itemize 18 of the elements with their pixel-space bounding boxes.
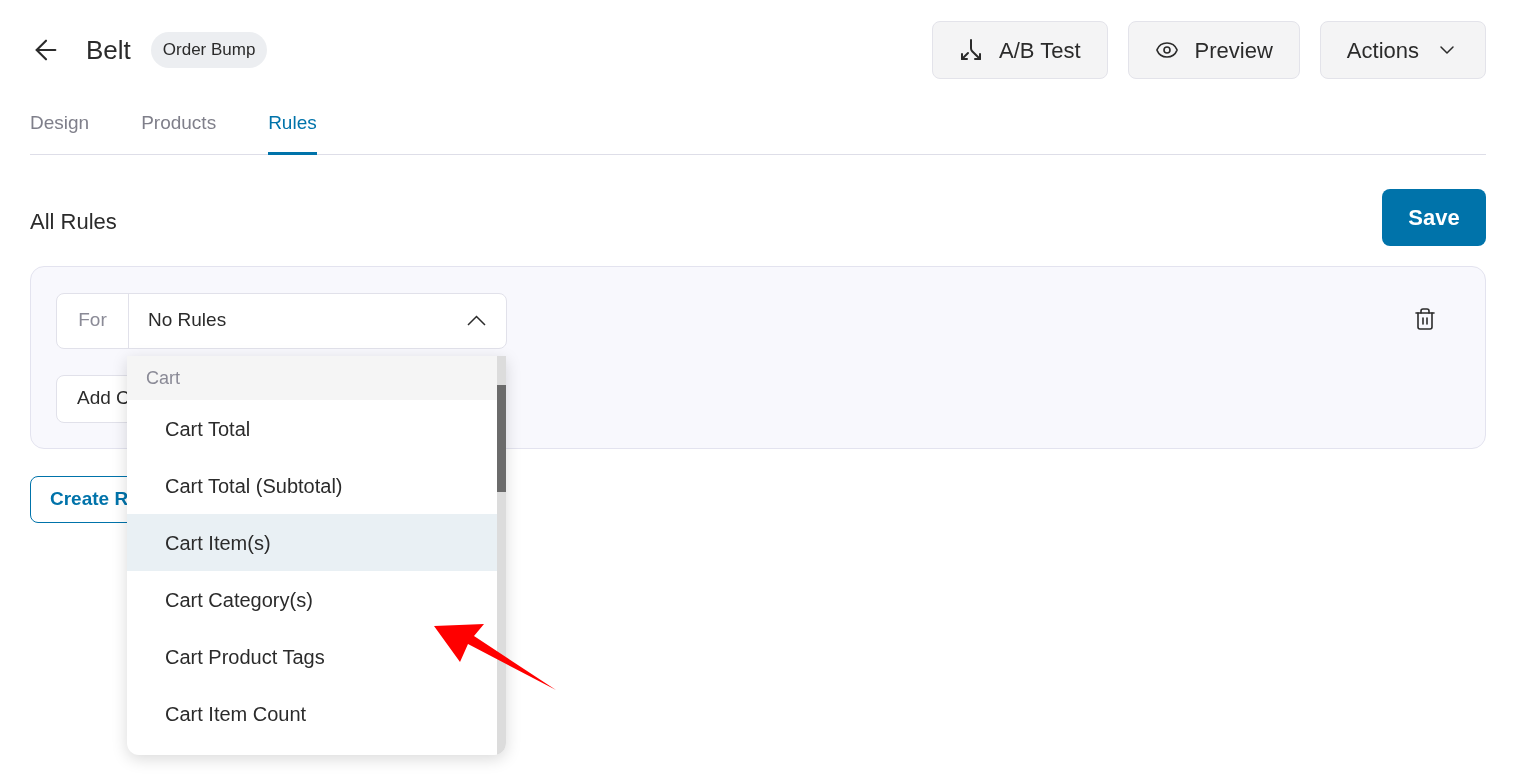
rule-select[interactable]: For No Rules xyxy=(56,292,507,349)
select-value: No Rules xyxy=(148,308,228,333)
page-title: Belt xyxy=(86,33,131,67)
split-arrows-icon xyxy=(959,38,984,62)
menu-item[interactable]: Cart Item(s) xyxy=(127,514,497,571)
tab[interactable]: Rules xyxy=(268,109,317,155)
header-button[interactable]: Preview xyxy=(1127,21,1300,79)
tab[interactable]: Design xyxy=(30,109,90,155)
header-button[interactable]: Actions xyxy=(1319,21,1486,79)
menu-group-header: Cart xyxy=(127,356,497,400)
delete-icon[interactable] xyxy=(1413,306,1437,331)
type-badge: Order Bump xyxy=(150,32,268,68)
section-title: All Rules xyxy=(30,207,117,236)
tab[interactable]: Products xyxy=(141,109,217,155)
save-button[interactable]: Save xyxy=(1382,188,1486,246)
scrollbar[interactable] xyxy=(497,356,506,755)
header-button[interactable]: A/B Test xyxy=(932,21,1108,79)
for-label: For xyxy=(57,293,129,348)
